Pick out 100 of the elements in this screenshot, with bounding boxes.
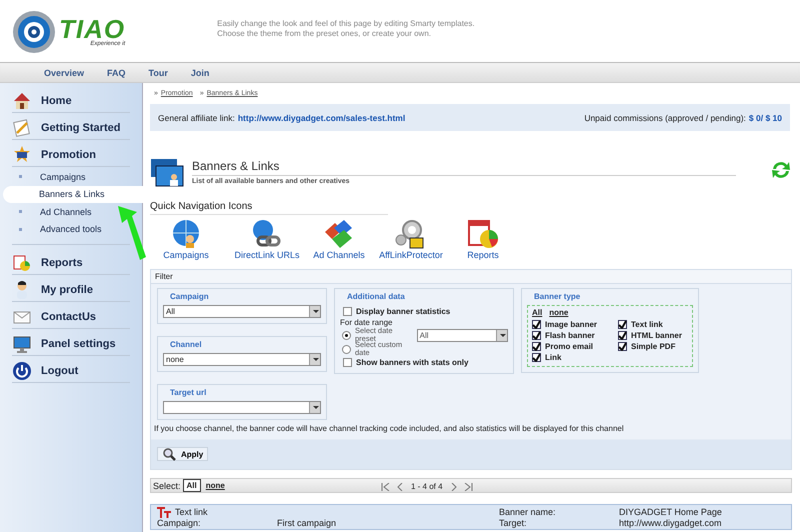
checkbox-label: Promo email <box>545 342 594 351</box>
nav-link[interactable]: Tour <box>148 68 168 78</box>
select-none-link[interactable]: none <box>549 308 568 317</box>
sidebar-subitem[interactable]: Ad Channels <box>12 203 92 220</box>
checkbox[interactable] <box>532 342 541 351</box>
dropdown[interactable] <box>163 401 321 414</box>
fieldset-legend: Additional data <box>345 292 407 301</box>
bullet-icon <box>19 210 22 214</box>
fieldset-legend: Banner type <box>532 292 582 301</box>
chart-pages-icon <box>12 252 32 272</box>
sidebar-subitem-label: Advanced tools <box>40 224 102 234</box>
bullet-icon <box>19 228 22 231</box>
next-page-icon <box>448 482 458 490</box>
fieldset-legend: Channel <box>168 340 204 349</box>
sidebar-subitem-label: Campaigns <box>40 172 86 182</box>
page-title: Banners & Links <box>192 157 736 176</box>
caret-icon <box>309 402 320 413</box>
field-label: Campaign: <box>157 518 202 528</box>
sidebar-item[interactable]: ContactUs <box>12 307 130 329</box>
fieldset-legend: Target url <box>168 388 208 397</box>
field-label: Target: <box>499 518 528 528</box>
dropdown[interactable]: All <box>163 305 321 318</box>
checkbox[interactable] <box>618 331 627 340</box>
field-value: DIYGADGET Home Page <box>619 506 723 518</box>
affiliate-link[interactable]: http://www.diygadget.com/sales-test.html <box>238 112 406 122</box>
fieldset-legend: Campaign <box>168 292 211 301</box>
select-option[interactable]: none <box>202 480 228 491</box>
nav-link[interactable]: Overview <box>44 68 84 78</box>
sidebar-item[interactable]: Home <box>12 91 130 113</box>
checkbox-label: Flash banner <box>545 331 595 340</box>
first-page-icon <box>381 482 390 490</box>
annotation-arrow <box>117 205 147 261</box>
tagline-text: Choose the theme from the preset ones, or create your own. <box>217 29 432 39</box>
sidebar-item[interactable]: Promotion <box>12 145 130 167</box>
checkbox-label: HTML banner <box>631 331 682 340</box>
sidebar-item[interactable]: My profile <box>12 280 130 302</box>
quick-nav-link[interactable]: Ad Channels <box>302 218 376 260</box>
bullet-icon <box>19 175 22 178</box>
banner-type: Text link <box>175 507 208 517</box>
last-page-icon <box>464 482 473 490</box>
refresh-icon[interactable] <box>770 159 792 181</box>
sidebar-item[interactable]: Logout <box>12 361 130 383</box>
text-type-icon <box>157 506 171 518</box>
monitor-icon <box>12 334 32 354</box>
tagline-text: Easily change the look and feel of this page by editing Smarty templates. <box>217 19 475 29</box>
caret-icon <box>309 354 320 365</box>
quick-nav-link[interactable]: DirectLink URLs <box>230 218 304 260</box>
sidebar-item[interactable]: Reports <box>12 253 130 275</box>
quick-nav-link[interactable]: Reports <box>446 218 520 260</box>
caret-icon <box>496 330 507 340</box>
page-range: 1 - 4 of 4 <box>411 482 443 491</box>
field-label: For date range <box>340 318 394 327</box>
field-label: Banner name: <box>499 506 557 518</box>
checkbox[interactable] <box>618 320 627 329</box>
field-value: http://www.diygadget.com <box>619 518 723 528</box>
nav-link[interactable]: Join <box>190 68 210 78</box>
sidebar-subitem[interactable]: Banners & Links <box>3 186 143 203</box>
checkbox-label: Show banners with stats only <box>356 358 470 367</box>
quick-nav-link[interactable]: AffLinkProtector <box>374 218 448 260</box>
previous-page-icon <box>396 482 405 490</box>
select-option[interactable]: All <box>182 479 201 492</box>
dropdown[interactable]: none <box>163 353 321 366</box>
help-text: If you choose channel, the banner code will have channel tracking code included, and also statistics will be displayed for this channel <box>153 423 625 435</box>
sidebar-item[interactable]: Getting Started <box>12 118 130 140</box>
sidebar-subitem-label: Ad Channels <box>40 206 92 217</box>
quick-nav-link[interactable]: Campaigns <box>158 218 214 260</box>
logo-text: TIAO <box>59 17 126 41</box>
checkbox[interactable] <box>532 331 541 340</box>
section-title: Quick Navigation Icons <box>150 189 388 215</box>
checkbox-label: Link <box>545 353 562 362</box>
select-all-link[interactable]: All <box>532 308 542 317</box>
checkbox[interactable] <box>532 320 541 329</box>
sidebar-subitem-label: Banners & Links <box>39 189 105 200</box>
monitor-user-icon <box>150 157 184 189</box>
search-icon <box>162 447 176 461</box>
panel-title: Filter <box>151 270 791 284</box>
nav-link[interactable]: FAQ <box>107 68 126 78</box>
checkbox[interactable] <box>343 358 352 367</box>
power-icon <box>12 360 32 380</box>
swirl-logo-icon <box>12 10 56 54</box>
checkbox[interactable] <box>343 307 352 316</box>
commissions-label: Unpaid commissions (approved / pending): <box>584 112 746 122</box>
checkbox-label: Simple PDF <box>631 342 676 351</box>
checkbox-label: Image banner <box>545 320 598 329</box>
select-label: Select: <box>153 480 181 490</box>
chart-pages-icon <box>466 218 500 250</box>
checkbox[interactable] <box>618 342 627 351</box>
affiliate-label: General affiliate link: <box>158 112 235 122</box>
dropdown[interactable]: All <box>416 328 508 342</box>
checkbox[interactable] <box>532 353 541 362</box>
sidebar-item[interactable]: Panel settings <box>12 334 130 356</box>
radio-button[interactable] <box>342 344 351 354</box>
radio-button[interactable] <box>342 330 351 340</box>
caret-icon <box>309 306 320 317</box>
checkbox-label: Text link <box>631 320 663 329</box>
sidebar-subitem[interactable]: Campaigns <box>12 168 86 186</box>
star-monitor-icon <box>12 144 32 164</box>
checkbox-label: Display banner statistics <box>356 307 450 316</box>
apply-button[interactable]: Apply <box>157 447 208 461</box>
sidebar-subitem[interactable]: Advanced tools <box>12 220 102 238</box>
